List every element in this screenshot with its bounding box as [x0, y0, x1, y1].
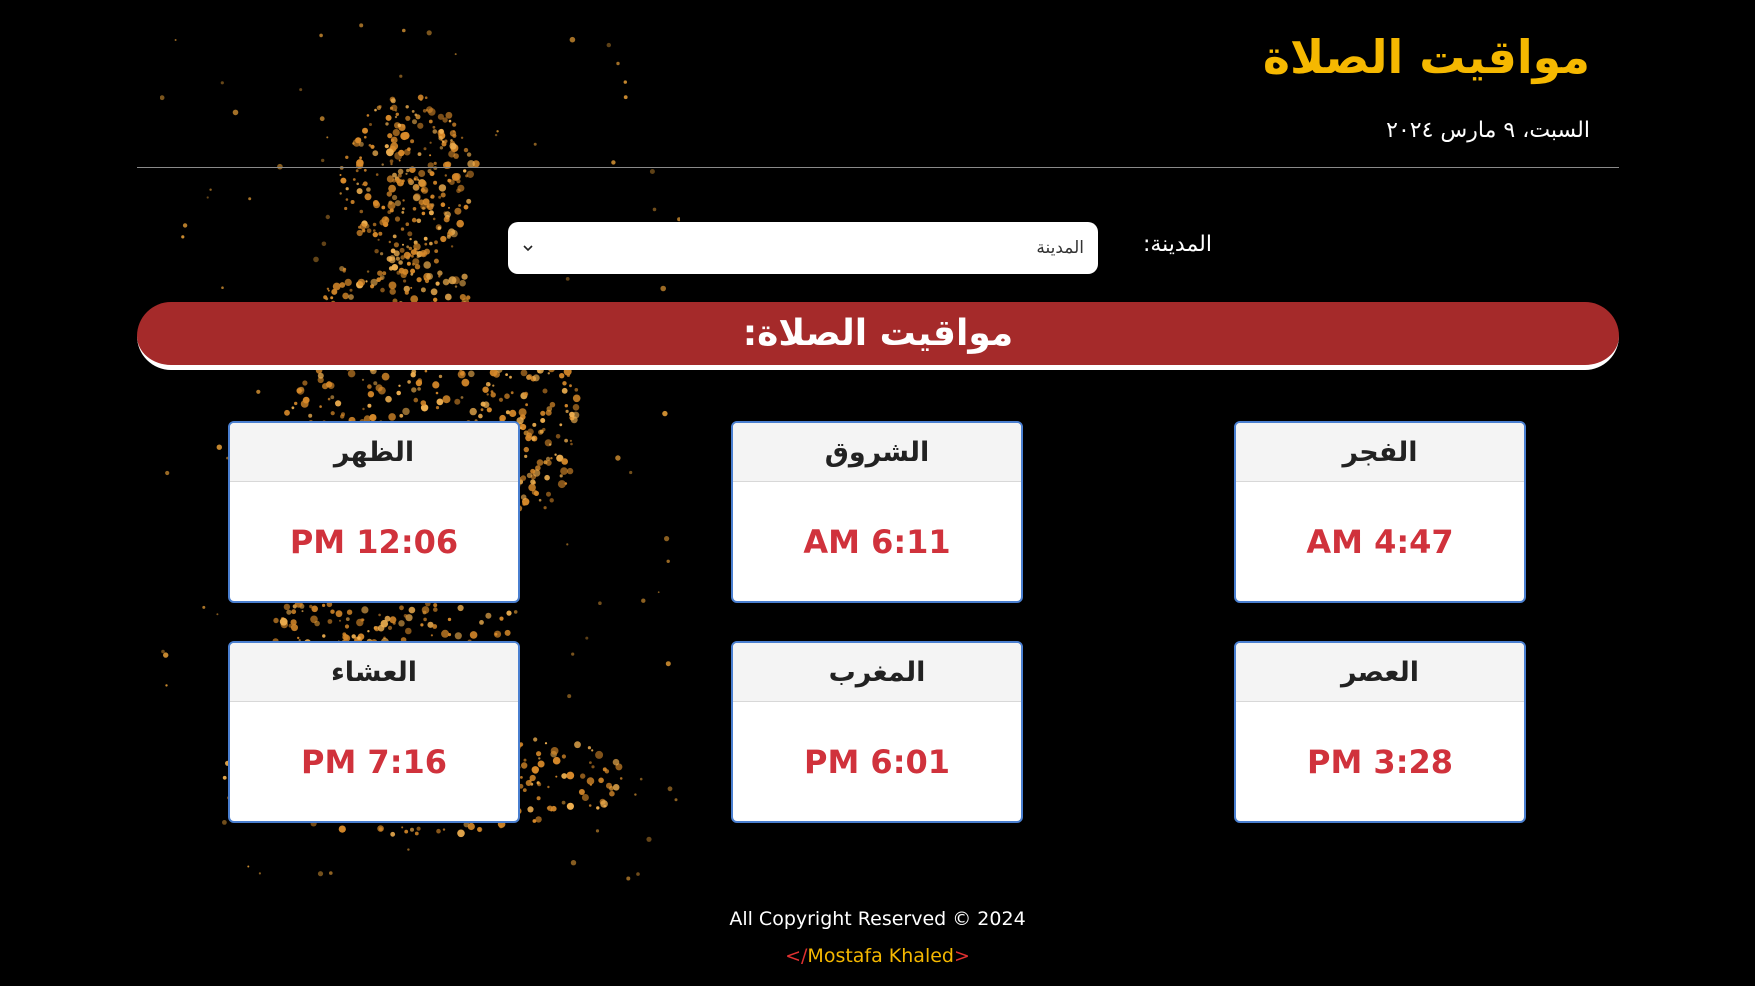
- prayer-time: AM 4:47: [1306, 523, 1454, 561]
- banner-title: مواقيت الصلاة:: [742, 313, 1014, 354]
- page-title: مواقيت الصلاة: [1262, 30, 1590, 84]
- page: مواقيت الصلاة السبت، ٩ مارس ٢٠٢٤ المدينة…: [0, 0, 1755, 986]
- footer-author-link[interactable]: </Mostafa Khaled>: [0, 945, 1755, 967]
- prayer-name: الفجر: [1236, 423, 1524, 482]
- city-label: المدينة:: [1142, 232, 1212, 257]
- prayer-time: PM 12:06: [289, 523, 459, 561]
- header-divider: [137, 167, 1619, 168]
- prayer-name: الشروق: [733, 423, 1021, 482]
- prayer-times-banner: مواقيت الصلاة:: [137, 302, 1619, 370]
- prayer-card-dhuhr: الظهر PM 12:06: [228, 421, 520, 603]
- chevron-down-icon: [522, 242, 534, 254]
- current-date: السبت، ٩ مارس ٢٠٢٤: [1386, 118, 1590, 143]
- prayer-card-asr: العصر PM 3:28: [1234, 641, 1526, 823]
- author-open-bracket: </: [785, 945, 808, 967]
- city-select[interactable]: المدينة: [508, 222, 1098, 274]
- author-name: Mostafa Khaled: [807, 945, 954, 967]
- prayer-card-maghrib: المغرب PM 6:01: [731, 641, 1023, 823]
- prayer-time: PM 7:16: [300, 743, 448, 781]
- prayer-name: المغرب: [733, 643, 1021, 702]
- prayer-time: PM 6:01: [803, 743, 951, 781]
- author-close-bracket: >: [953, 945, 970, 967]
- prayer-name: الظهر: [230, 423, 518, 482]
- prayer-time: PM 3:28: [1306, 743, 1454, 781]
- prayer-name: العشاء: [230, 643, 518, 702]
- prayer-card-fajr: الفجر AM 4:47: [1234, 421, 1526, 603]
- city-select-value: المدينة: [1036, 238, 1084, 258]
- prayer-card-sunrise: الشروق AM 6:11: [731, 421, 1023, 603]
- footer-copyright: All Copyright Reserved © 2024: [729, 908, 1026, 930]
- prayer-name: العصر: [1236, 643, 1524, 702]
- prayer-card-isha: العشاء PM 7:16: [228, 641, 520, 823]
- prayer-time: AM 6:11: [803, 523, 951, 561]
